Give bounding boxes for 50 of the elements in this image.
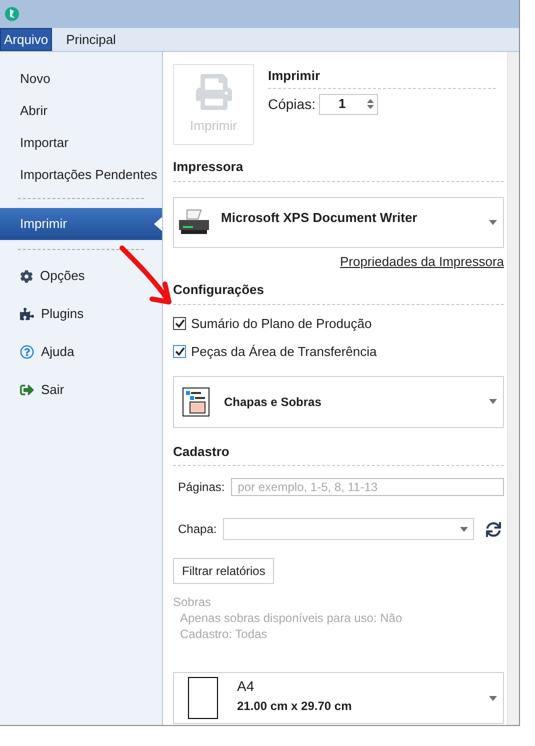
exit-icon	[20, 383, 34, 397]
summary-title: Sobras	[173, 594, 212, 610]
sheet-label: Chapa:	[178, 521, 217, 538]
gear-icon	[20, 270, 33, 282]
filter-reports-button[interactable]: Filtrar relatórios	[173, 558, 274, 584]
sidebar-item[interactable]: Imprimir	[0, 208, 162, 240]
dropdown-caret-icon	[489, 696, 497, 700]
paper-icon	[188, 677, 218, 719]
printer-select[interactable]: Microsoft XPS Document Writer	[173, 196, 504, 248]
report-select[interactable]: Chapas e Sobras	[173, 376, 504, 428]
section-heading: Configurações	[173, 282, 264, 297]
puzzle-icon	[20, 307, 34, 321]
sidebar-item[interactable]: Plugins	[0, 295, 162, 333]
sidebar-item[interactable]: Importações Pendentes	[0, 159, 162, 191]
printer-properties-link[interactable]: Propriedades da Impressora	[340, 252, 504, 271]
summary-line: Cadastro: Todas	[179, 626, 268, 642]
printer-icon	[177, 208, 211, 236]
sidebar-item[interactable]: Opções	[0, 257, 162, 295]
checkbox[interactable]	[173, 316, 186, 330]
copies-label: Cópias:	[268, 94, 316, 114]
menu-tab[interactable]: Arquivo	[0, 28, 52, 51]
sidebar-item[interactable]: Importar	[0, 127, 162, 159]
sidebar-item[interactable]: Novo	[0, 63, 162, 95]
sidebar-item[interactable]: Sair	[0, 371, 162, 409]
printer-icon	[196, 74, 232, 110]
section-heading: Cadastro	[173, 444, 230, 458]
pages-label: Páginas:	[178, 479, 225, 496]
paper-size: 21.00 cm x 29.70 cm	[237, 698, 353, 714]
help-icon	[20, 345, 34, 359]
checkbox-label: Peças da Área de Transferência	[191, 343, 377, 361]
pages-field[interactable]: por exemplo, 1-5, 8, 11-13	[230, 478, 504, 496]
section-heading: Imprimir	[268, 68, 320, 83]
report-icon	[182, 386, 210, 416]
spin-arrows-icon	[367, 98, 374, 110]
section-heading: Impressora	[173, 159, 244, 174]
paper-name: A4	[237, 676, 256, 696]
copies-spinner[interactable]: 1	[319, 94, 378, 114]
dropdown-caret-icon	[460, 526, 468, 532]
dropdown-caret-icon	[489, 399, 497, 404]
summary-line: Apenas sobras disponíveis para uso: Não	[179, 610, 404, 626]
dropdown-caret-icon	[489, 220, 497, 224]
sidebar-item[interactable]: Abrir	[0, 95, 162, 127]
checkbox-label: Sumário do Plano de Produção	[191, 314, 372, 333]
app-logo-icon	[4, 6, 20, 22]
refresh-icon[interactable]	[486, 522, 501, 536]
pointer-icon	[154, 217, 162, 231]
menu-tab[interactable]: Principal	[52, 28, 130, 51]
sidebar-item[interactable]: Ajuda	[0, 333, 162, 371]
paper-select[interactable]: A4 21.00 cm x 29.70 cm	[173, 672, 504, 724]
checkbox[interactable]	[173, 345, 186, 358]
